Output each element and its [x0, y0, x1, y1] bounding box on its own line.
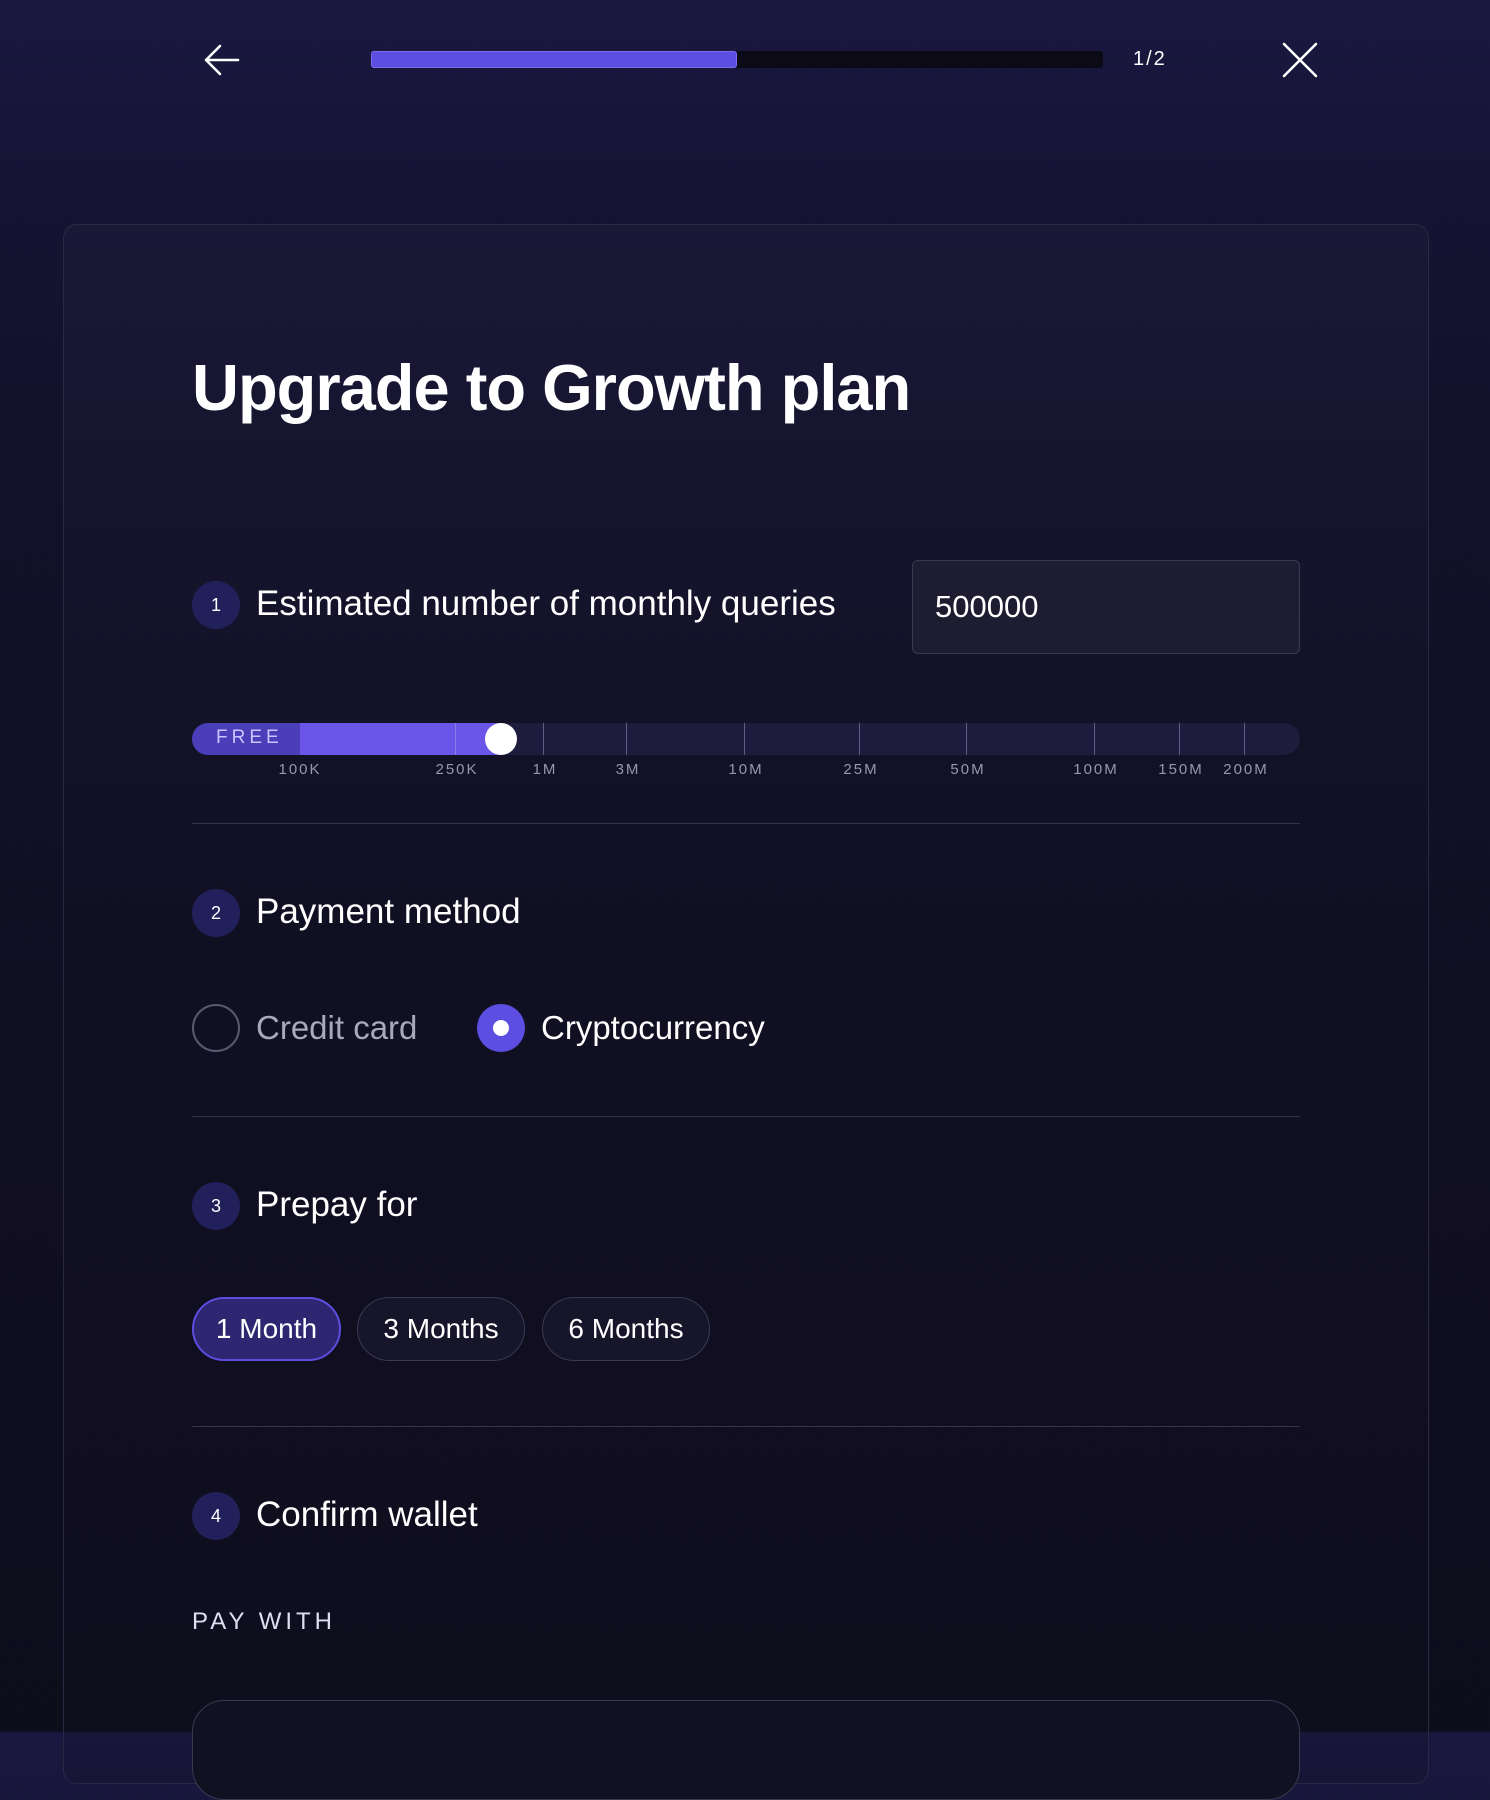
prepay-3-months-button[interactable]: 3 Months — [357, 1297, 525, 1361]
slider-tick-label: 150M — [1158, 761, 1204, 778]
progress-fill — [371, 51, 737, 68]
payment-option-label: Cryptocurrency — [541, 1009, 765, 1046]
slider-tick-label: 100M — [1073, 761, 1119, 778]
section-divider — [192, 1426, 1300, 1427]
slider-tick-label: 200M — [1223, 761, 1269, 778]
slider-tick — [1244, 723, 1245, 755]
step-badge-3: 3 — [192, 1182, 240, 1230]
slider-tick — [966, 723, 967, 755]
section-divider — [192, 1116, 1300, 1117]
payment-option-label: Credit card — [256, 1009, 418, 1046]
slider-tick — [1094, 723, 1095, 755]
pay-with-label: PAY WITH — [192, 1608, 337, 1635]
page-title: Upgrade to Growth plan — [192, 351, 911, 424]
free-tier-label: FREE — [216, 727, 283, 748]
step-badge-4: 4 — [192, 1492, 240, 1540]
radio-unselected-icon — [192, 1004, 240, 1052]
back-arrow-icon[interactable] — [200, 40, 246, 80]
queries-slider-thumb[interactable] — [485, 723, 517, 755]
slider-tick — [859, 723, 860, 755]
slider-tick — [455, 723, 456, 755]
slider-tick — [1179, 723, 1180, 755]
slider-tick-label: 10M — [728, 761, 764, 778]
slider-tick — [744, 723, 745, 755]
prepay-1-month-button[interactable]: 1 Month — [192, 1297, 341, 1361]
queries-slider-track[interactable] — [192, 723, 1300, 755]
step-title-wallet: Confirm wallet — [256, 1495, 478, 1534]
close-icon[interactable] — [1280, 40, 1320, 80]
step-counter: 1/2 — [1133, 48, 1167, 70]
payment-option-credit-card[interactable]: Credit card — [192, 1004, 417, 1052]
slider-tick-label: 25M — [843, 761, 879, 778]
slider-fill — [300, 723, 501, 755]
slider-tick-label: 250K — [435, 761, 479, 778]
prepay-6-months-button[interactable]: 6 Months — [542, 1297, 710, 1361]
step-title-queries: Estimated number of monthly queries — [256, 584, 836, 623]
step-title-payment: Payment method — [256, 892, 521, 931]
radio-selected-icon — [477, 1004, 525, 1052]
slider-tick-label: 50M — [950, 761, 986, 778]
step-title-prepay: Prepay for — [256, 1185, 418, 1224]
top-bar: 1/2 — [0, 0, 1490, 120]
monthly-queries-input[interactable] — [912, 560, 1300, 654]
slider-tick — [626, 723, 627, 755]
slider-tick — [543, 723, 544, 755]
section-divider — [192, 823, 1300, 824]
slider-tick-label: 100K — [278, 761, 322, 778]
step-badge-1: 1 — [192, 581, 240, 629]
payment-option-cryptocurrency[interactable]: Cryptocurrency — [477, 1004, 765, 1052]
step-badge-2: 2 — [192, 889, 240, 937]
slider-tick-label: 3M — [615, 761, 641, 778]
wallet-selector[interactable] — [192, 1700, 1300, 1800]
slider-tick-label: 1M — [532, 761, 558, 778]
progress-bar — [371, 51, 1103, 68]
